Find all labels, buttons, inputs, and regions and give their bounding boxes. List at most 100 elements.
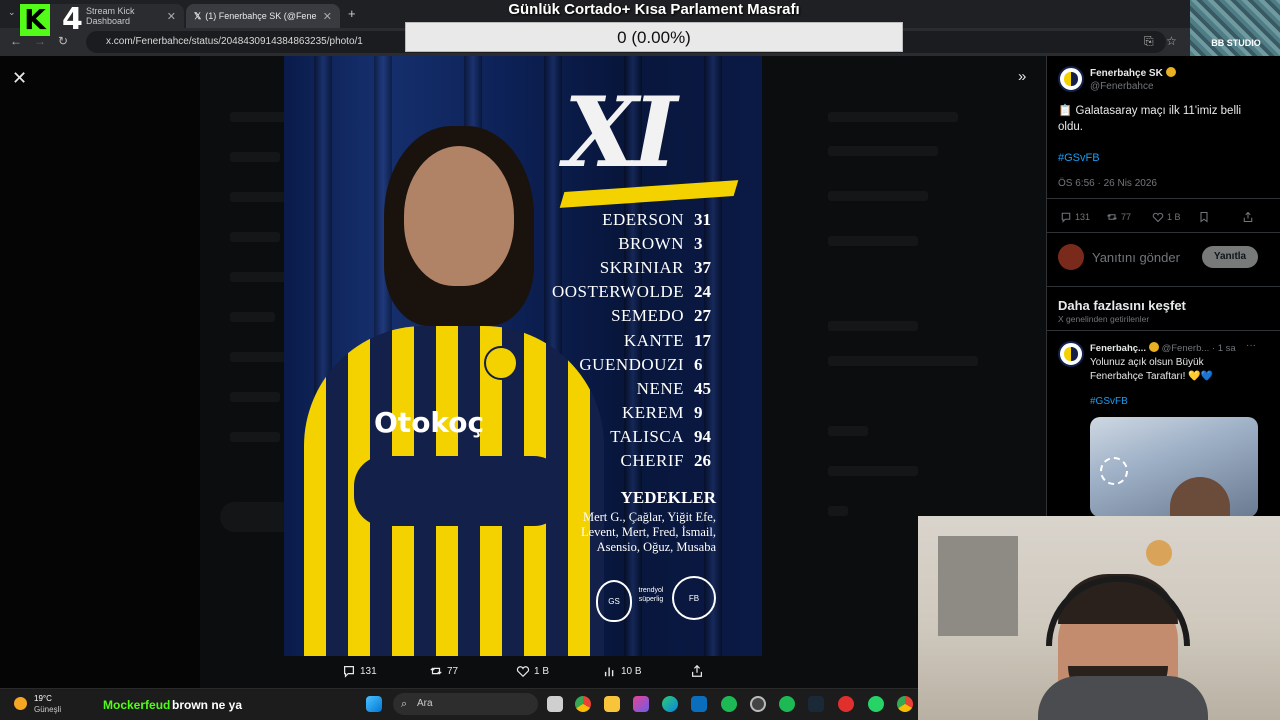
lineup-row: BROWN 3 — [618, 234, 718, 258]
subs-line: Asensio, Oğuz, Musaba — [596, 540, 716, 554]
close-icon[interactable]: ✕ — [323, 10, 332, 23]
bookmark-star-icon[interactable]: ☆ — [1166, 34, 1177, 48]
player-face — [404, 146, 514, 286]
weather-temperature[interactable]: 19°C — [34, 694, 52, 703]
post-author[interactable]: Fenerbahç... @Fenerb... · 1 sa — [1090, 342, 1236, 354]
player-number: 27 — [694, 306, 711, 326]
like-stat[interactable]: 1 B — [1152, 211, 1181, 223]
collapse-panel-icon[interactable]: » — [1018, 68, 1026, 85]
tab-fenerbahce[interactable]: 𝕏 (1) Fenerbahçe SK (@Fenerbahç ✕ — [186, 4, 340, 28]
weather-sun-icon[interactable] — [14, 697, 27, 710]
lineup-row: OOSTERWOLDE 24 — [552, 282, 718, 306]
install-icon[interactable]: ⎘ — [1144, 34, 1154, 49]
share-button[interactable] — [690, 664, 704, 678]
player-name: SKRINIAR — [599, 258, 684, 278]
headset-icon — [1046, 576, 1190, 646]
avatar[interactable] — [1058, 341, 1084, 367]
edge-icon[interactable] — [662, 696, 678, 712]
repost-button[interactable]: 77 — [429, 664, 458, 678]
file-explorer-icon[interactable] — [604, 696, 620, 712]
hashtag-link[interactable]: #GSvFB — [1058, 152, 1100, 164]
reply-submit-button[interactable]: Yanıtla — [1202, 246, 1258, 268]
whatsapp-icon[interactable] — [868, 696, 884, 712]
author-handle[interactable]: @Fenerbahce — [1090, 81, 1154, 92]
tab-list-icon[interactable]: ⌄ — [8, 7, 16, 18]
reply-count: 131 — [360, 665, 377, 677]
reply-button[interactable]: 131 — [342, 664, 377, 678]
ghost-line — [230, 232, 280, 242]
tab-label: Stream Kick Dashboard — [86, 6, 135, 26]
tab-kick-dashboard[interactable]: Stream Kick Dashboard ✕ — [34, 4, 184, 28]
author-name[interactable]: Fenerbahçe SK — [1090, 67, 1176, 79]
chat-message: brown ne ya — [172, 698, 243, 712]
reply-icon — [1061, 212, 1071, 223]
obs-icon[interactable] — [750, 696, 766, 712]
store-icon[interactable] — [691, 696, 707, 712]
forward-icon[interactable]: → — [34, 34, 46, 48]
player-number: 26 — [694, 451, 711, 470]
divider — [1047, 232, 1280, 233]
spotify-icon[interactable] — [779, 696, 795, 712]
spotify-icon[interactable] — [721, 696, 737, 712]
close-icon[interactable]: ✕ — [12, 68, 27, 89]
ghost-line — [230, 432, 280, 442]
taskbar-search[interactable]: ⌕ Ara — [393, 693, 538, 715]
lineup-row: SKRINIAR 37 — [600, 258, 718, 282]
post-text: Yolunuz açık olsun Büyük Fenerbahçe Tara… — [1090, 357, 1214, 382]
repost-stat[interactable]: 77 — [1106, 211, 1131, 223]
steam-icon[interactable] — [808, 696, 824, 712]
player-number: 94 — [694, 426, 711, 446]
chrome-icon[interactable] — [897, 696, 913, 712]
ghost-line — [230, 272, 290, 282]
repost-count: 77 — [447, 665, 459, 677]
copilot-icon[interactable] — [633, 696, 649, 712]
windows-start-icon[interactable] — [366, 696, 382, 712]
task-view-icon[interactable] — [547, 696, 563, 712]
like-button[interactable]: 1 B — [516, 664, 549, 678]
subs-line: Levent, Mert, Fred, İsmail, — [580, 525, 716, 539]
player-number: 17 — [694, 330, 711, 350]
reply-stat[interactable]: 131 — [1060, 211, 1090, 223]
back-icon[interactable]: ← — [10, 34, 22, 48]
player-name: KEREM — [622, 402, 684, 422]
heart-icon — [516, 666, 530, 678]
lineup-row: CHERIF 26 — [621, 451, 718, 475]
divider — [1047, 330, 1280, 331]
player-name: NENE — [636, 378, 684, 398]
player-arms — [354, 456, 564, 526]
avatar[interactable] — [1058, 66, 1084, 92]
studio-label: BB STUDIO — [1211, 38, 1261, 48]
ghost-line — [828, 321, 918, 331]
author-name-text: Fenerbahçe SK — [1090, 68, 1163, 79]
hashtag-link[interactable]: #GSvFB — [1090, 396, 1128, 407]
player-name: OOSTERWOLDE — [551, 282, 684, 302]
donation-progress-bar: 0 (0.00%) — [405, 22, 903, 52]
close-icon[interactable]: ✕ — [167, 10, 176, 23]
chrome-icon[interactable] — [575, 696, 591, 712]
ghost-line — [828, 356, 978, 366]
person-in-image — [1170, 477, 1230, 517]
new-tab-button[interactable]: + — [348, 6, 356, 21]
share-button[interactable] — [1242, 211, 1254, 223]
bookmark-button[interactable] — [1198, 211, 1210, 223]
league-logo: trendyol süperlig — [638, 587, 664, 603]
player-name: TALISCA — [610, 426, 684, 446]
user-avatar — [1058, 244, 1084, 270]
ghost-line — [230, 152, 280, 162]
ghost-line — [828, 236, 918, 246]
ghost-line — [230, 112, 290, 122]
ghost-line — [828, 146, 938, 156]
explore-subtitle: X genelinden getirilenler — [1058, 314, 1150, 324]
fenerbahce-crest: FB — [672, 576, 716, 620]
reply-input[interactable]: Yanıtını gönder — [1092, 250, 1180, 265]
weather-description[interactable]: Güneşli — [34, 705, 61, 714]
more-options-icon[interactable]: ··· — [1246, 340, 1256, 351]
ghost-line — [230, 192, 285, 202]
player-name: EDERSON — [602, 210, 684, 229]
lineup-row: KEREM 9 — [622, 403, 718, 427]
views-button[interactable]: 10 B — [603, 664, 642, 678]
lineup-row: NENE 45 — [637, 379, 718, 403]
tweet-timestamp[interactable]: ÖS 6:56 · 26 Nis 2026 — [1058, 178, 1157, 189]
post-image[interactable] — [1090, 417, 1258, 517]
app-icon[interactable] — [838, 696, 854, 712]
